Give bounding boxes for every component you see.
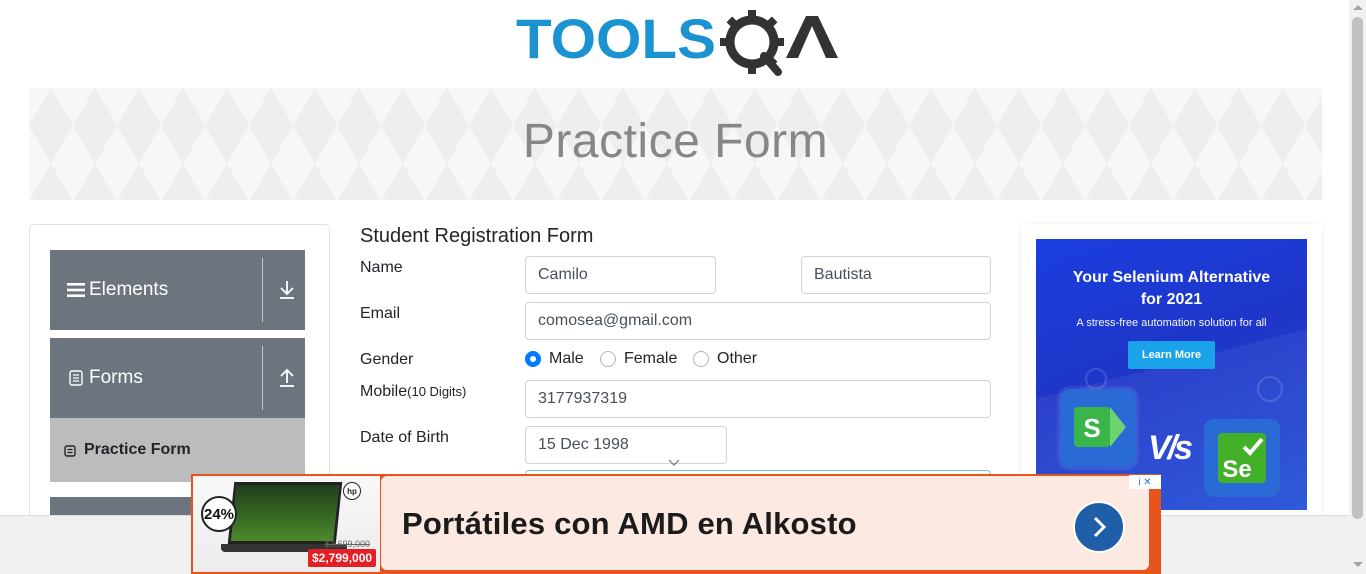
gender-radio-male[interactable]: Male — [525, 350, 584, 368]
radio-label: Other — [717, 350, 758, 367]
ad-headline: Your Selenium Alternative for 2021 — [1036, 267, 1307, 311]
right-ad[interactable]: Your Selenium Alternative for 2021 A str… — [1036, 239, 1307, 510]
gender-label: Gender — [360, 351, 414, 368]
bottom-ad-text[interactable]: Portátiles con AMD en Alkosto — [402, 506, 857, 542]
email-label: Email — [360, 305, 401, 322]
mobile-input[interactable]: 3177937319 — [525, 380, 991, 418]
mobile-label-text: Mobile — [360, 383, 408, 400]
form-icon — [64, 444, 76, 457]
radio-checked-icon[interactable] — [525, 351, 541, 367]
sidebar-item-practice-form[interactable]: Practice Form — [50, 418, 305, 482]
selenium-letters: Se — [1222, 456, 1251, 483]
group-divider — [262, 346, 263, 410]
sidebar-group-elements[interactable]: Elements — [50, 250, 305, 330]
mobile-label: Mobile(10 Digits) — [360, 383, 466, 401]
hamburger-icon — [67, 281, 85, 299]
dob-label: Date of Birth — [360, 429, 449, 446]
adchoices-icon[interactable]: i ✕ — [1129, 475, 1161, 489]
ad-go-button[interactable] — [1073, 501, 1125, 553]
gender-radio-female[interactable]: Female — [600, 350, 677, 368]
svg-text:TOOLS: TOOLS — [516, 7, 716, 70]
hp-logo-icon: hp — [343, 482, 361, 500]
old-price: $3,699,000 — [325, 539, 371, 549]
toolsqa-logo[interactable]: TOOLS — [516, 6, 840, 78]
selenium-logo: Se — [1204, 419, 1280, 497]
scroll-thumb[interactable] — [1352, 17, 1363, 519]
email-input[interactable]: comosea@gmail.com — [525, 302, 991, 340]
katalon-logo: S — [1060, 389, 1136, 467]
sidebar-group-label: Elements — [89, 279, 169, 300]
dob-input[interactable]: 15 Dec 1998 — [525, 426, 727, 464]
gender-radio-other[interactable]: Other — [693, 350, 757, 368]
download-arrow-icon[interactable] — [278, 278, 296, 300]
page-viewport: { "header": { "logo_text": "TOOLSQA" }, … — [0, 0, 1366, 574]
first-name-input[interactable]: Camilo — [525, 256, 716, 294]
scroll-up-icon[interactable] — [1353, 5, 1363, 10]
ad-subtext: A stress-free automation solution for al… — [1076, 317, 1267, 329]
name-label: Name — [360, 259, 403, 276]
page-title: Practice Form — [522, 114, 829, 168]
sidebar-group-forms[interactable]: Forms — [50, 338, 305, 418]
laptop-ad-image: 24% hp $3,699,000 $2,799,000 — [193, 476, 380, 572]
mobile-hint: (10 Digits) — [407, 384, 467, 399]
chevron-down-icon — [668, 459, 680, 466]
radio-label: Female — [624, 350, 678, 367]
versus-text: V/s — [1148, 429, 1193, 467]
upload-arrow-icon[interactable] — [278, 366, 296, 388]
bottom-ad-banner[interactable]: 24% hp $3,699,000 $2,799,000 Portátiles … — [191, 474, 1161, 574]
radio-unchecked-icon[interactable] — [600, 351, 616, 367]
laptop-screen — [227, 482, 343, 544]
last-name-input[interactable]: Bautista — [801, 256, 991, 294]
ad-headline-line: Your Selenium Alternative — [1072, 269, 1271, 286]
learn-more-button[interactable]: Learn More — [1127, 341, 1216, 369]
form-title: Student Registration Form — [360, 225, 594, 247]
logo-graphic: TOOLS — [516, 7, 838, 76]
chevron-right-icon — [1093, 516, 1107, 538]
sale-price: $2,799,000 — [308, 549, 377, 567]
ad-headline-line: for 2021 — [1140, 291, 1203, 308]
discount-badge: 24% — [201, 496, 237, 532]
sidebar-group-label: Forms — [89, 367, 143, 388]
katalon-letter: S — [1083, 413, 1100, 443]
radio-unchecked-icon[interactable] — [693, 351, 709, 367]
document-icon — [67, 369, 85, 387]
vertical-scrollbar[interactable] — [1349, 0, 1366, 574]
scroll-down-icon[interactable] — [1353, 562, 1363, 567]
radio-label: Male — [549, 350, 584, 367]
page-banner: Practice Form — [29, 88, 1322, 200]
sidebar-item-label: Practice Form — [84, 441, 191, 458]
group-divider — [262, 258, 263, 322]
